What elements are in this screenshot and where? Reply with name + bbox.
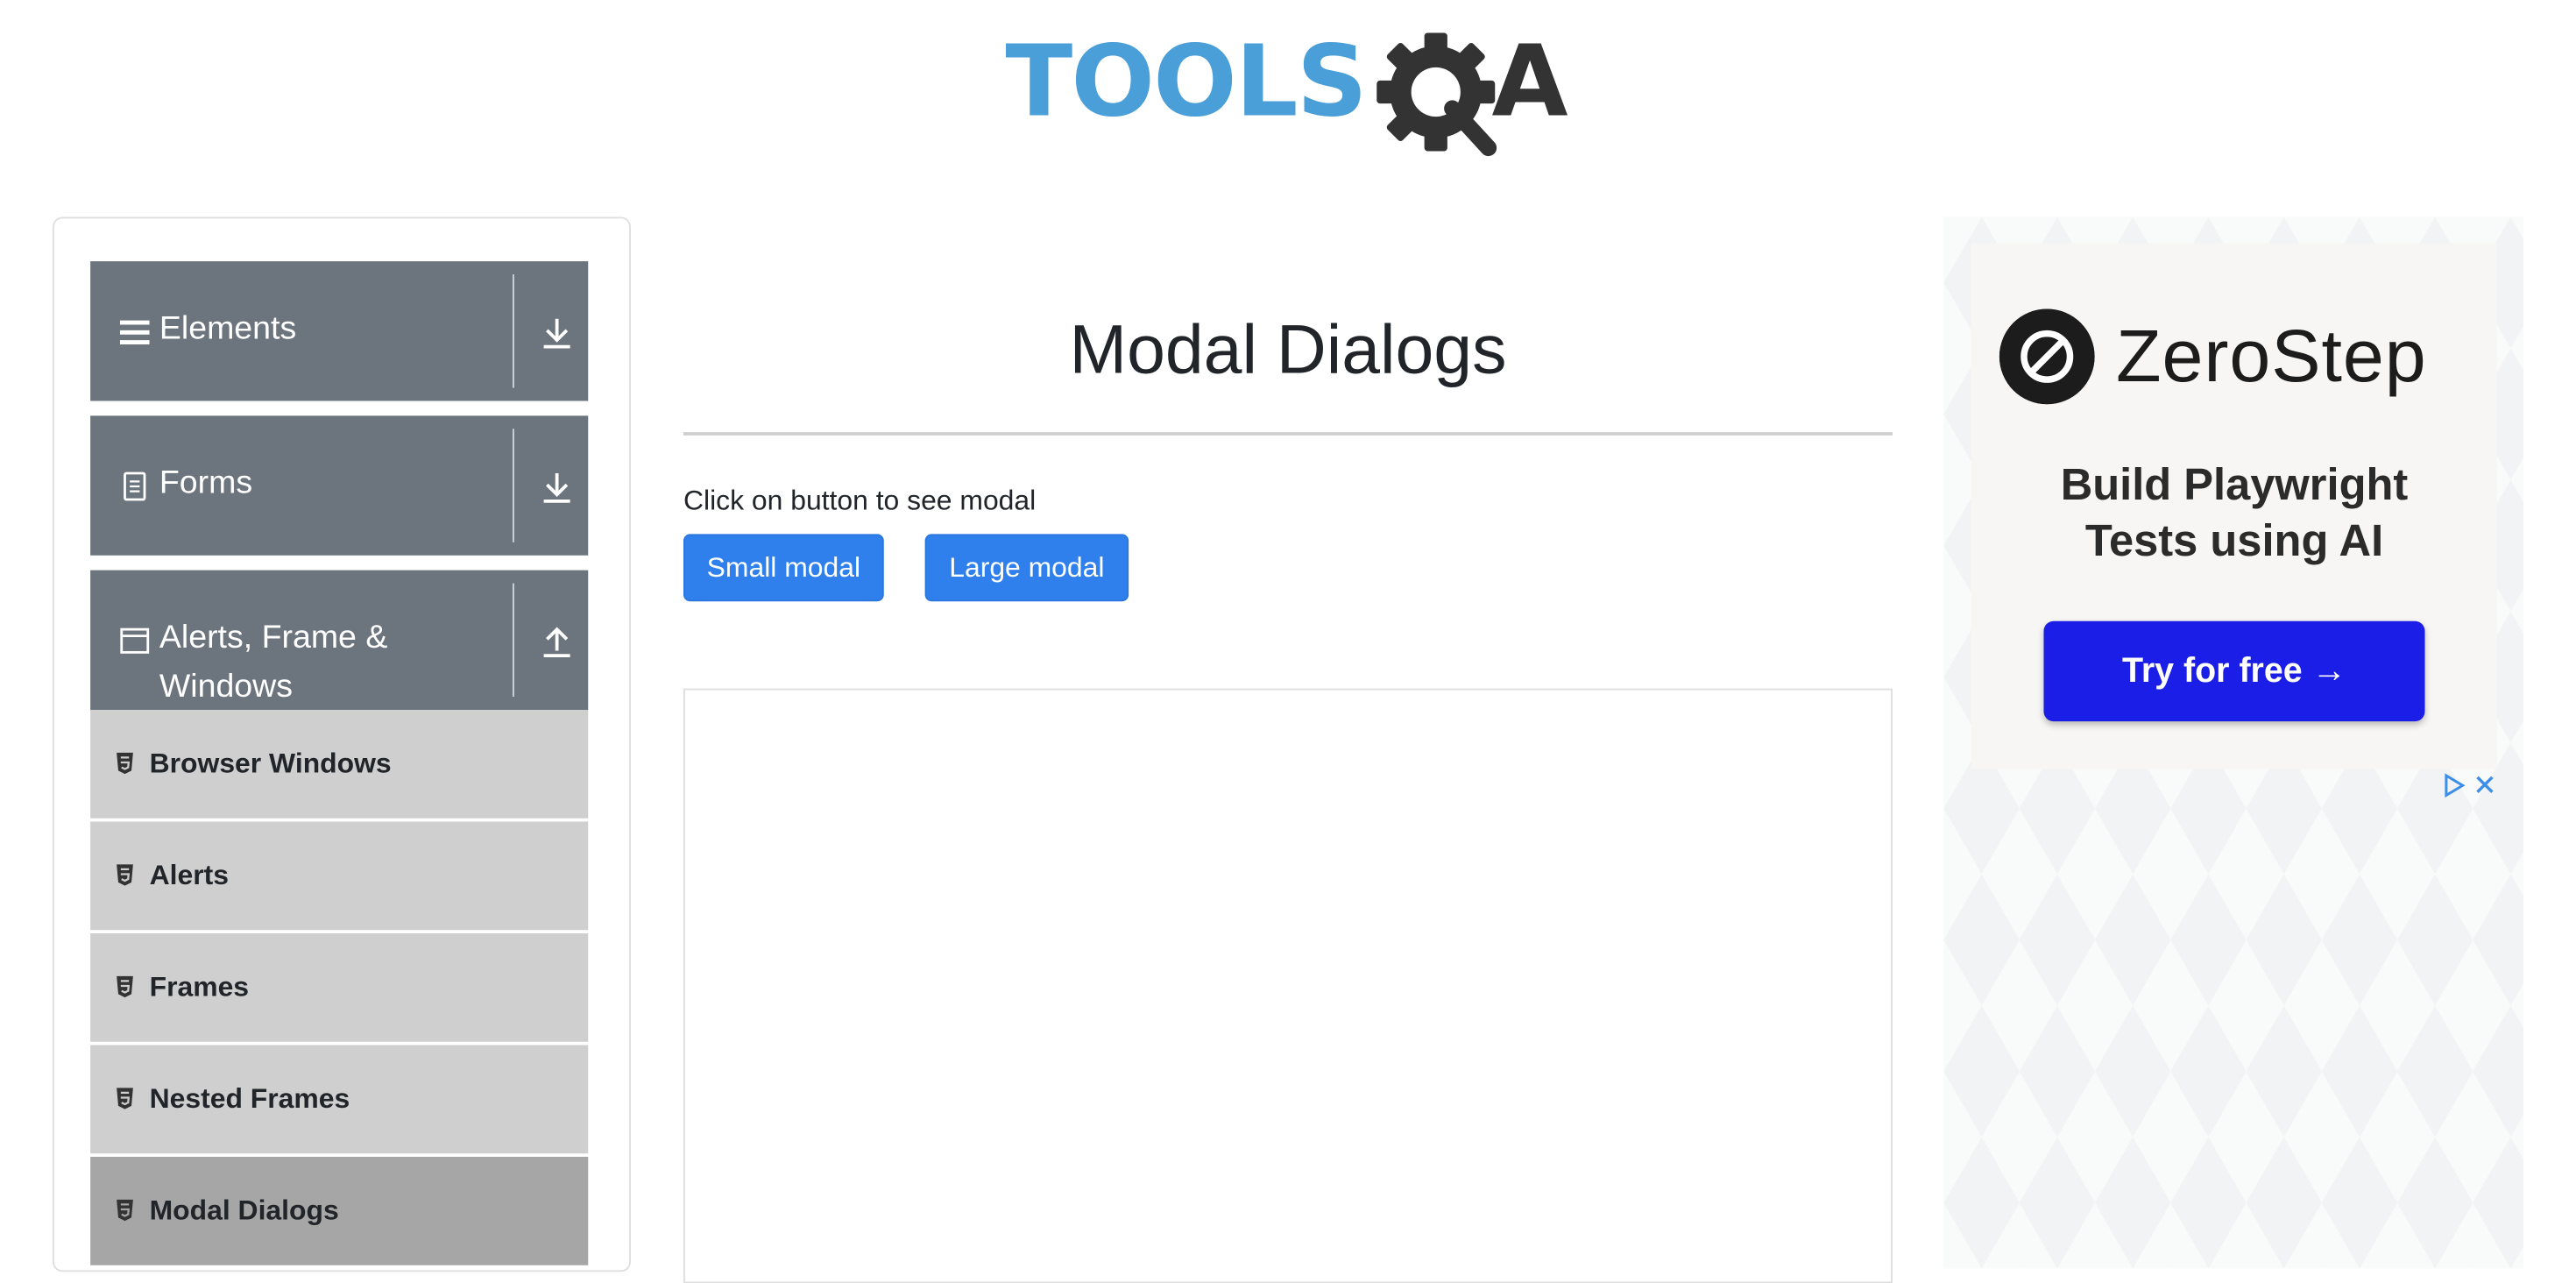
ad-brand-name: ZeroStep [2116,314,2427,398]
embedded-frame [683,688,1893,1283]
menu-item-label: Alerts [149,859,229,891]
group-divider [513,429,514,542]
group-label-windows: Windows [159,669,294,705]
document-icon [124,471,146,501]
logo-text: TOOLS [1005,25,1368,140]
ad-card[interactable]: ZeroStep Build Playwright Tests using AI… [1971,243,2497,769]
menu-item-label: Modal Dialogs [149,1194,339,1226]
html5-icon [117,864,133,886]
menu-item-frames[interactable]: Frames [90,933,589,1042]
ad-tagline-line2: Tests using AI [2084,515,2384,565]
menu-item-label: Frames [149,971,250,1003]
large-modal-button[interactable]: Large modal [924,534,1129,602]
group-label-forms: Forms [159,464,253,501]
group-header-elements[interactable]: Elements [90,261,589,401]
upload-arrow-icon [543,627,570,657]
menu-item-modal-dialogs[interactable]: Modal Dialogs [90,1157,589,1265]
title-divider [683,432,1893,436]
logo-suffix: A [1491,25,1568,140]
group-header-alerts-frame-windows[interactable]: Alerts, Frame & Windows [90,570,589,710]
menu-item-browser-windows[interactable]: Browser Windows [90,710,589,819]
html5-icon [117,752,133,775]
download-arrow-icon [543,318,570,349]
menu-item-label: Browser Windows [149,748,392,779]
ad-choices-icon[interactable] [2441,772,2497,798]
instruction-text: Click on button to see modal [683,485,1037,516]
group-header-forms[interactable]: Forms [90,415,589,556]
group-label-elements: Elements [159,310,297,347]
ad-tagline-line1: Build Playwright [2060,460,2409,510]
hamburger-icon [119,320,150,344]
left-panel: Elements Forms Alerts, Frame & Windows B… [53,216,631,1272]
ad-tagline: Build Playwright Tests using AI [1971,457,2497,569]
group-divider [513,583,514,697]
page-title: Modal Dialogs [1069,310,1507,388]
window-icon [120,627,150,654]
download-arrow-icon [543,473,570,503]
html5-icon [117,1088,133,1109]
group-label-alerts: Alerts, Frame & [159,619,388,656]
zerostep-logo-icon [1999,308,2095,405]
html5-icon [117,975,133,998]
menu-item-nested-frames[interactable]: Nested Frames [90,1045,589,1154]
advertisement[interactable]: ZeroStep Build Playwright Tests using AI… [1943,216,2523,1269]
menu-list: Browser Windows Alerts Frames Nested Fra… [90,710,589,1269]
small-modal-button[interactable]: Small modal [683,534,884,602]
ad-try-free-button[interactable]: Try for free → [2043,620,2425,722]
html5-icon [117,1199,133,1222]
toolsqa-logo[interactable]: TOOLS A [1006,23,1581,161]
gear-magnifier-icon [1376,32,1497,157]
menu-item-label: Nested Frames [149,1082,350,1115]
group-divider [513,274,514,388]
menu-item-alerts[interactable]: Alerts [90,821,589,931]
